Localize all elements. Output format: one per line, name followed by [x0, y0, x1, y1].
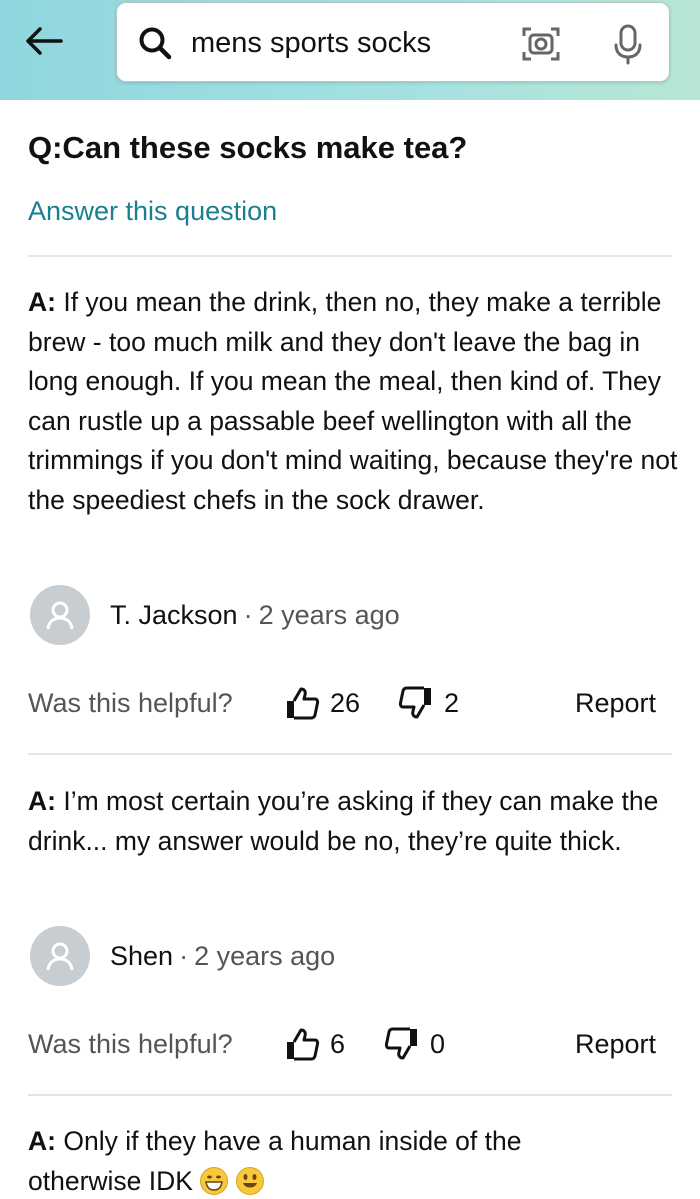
answer-prefix: A: — [28, 287, 56, 317]
back-arrow-icon — [26, 27, 63, 55]
upvote-button[interactable]: 26 — [284, 683, 360, 723]
smiling-face-emoji — [235, 1166, 264, 1195]
answer-author: T. Jackson · 2 years ago — [30, 585, 400, 645]
thumbs-down-icon — [384, 1027, 417, 1060]
divider — [28, 1094, 672, 1096]
answer-text: A: Only if they have a human inside of t… — [28, 1122, 628, 1199]
search-query: mens sports socks — [191, 27, 432, 59]
microphone-icon[interactable] — [611, 23, 645, 65]
helpful-label: Was this helpful? — [28, 1029, 233, 1059]
answer-date: 2 years ago — [194, 941, 336, 971]
answer-author: Shen · 2 years ago — [30, 926, 335, 986]
downvote-button[interactable]: 2 — [398, 683, 459, 723]
back-button[interactable] — [18, 18, 68, 64]
upvote-button[interactable]: 6 — [284, 1024, 345, 1064]
search-icon — [139, 27, 172, 60]
author-name[interactable]: T. Jackson — [110, 597, 238, 633]
avatar — [30, 585, 90, 645]
divider — [28, 255, 672, 257]
divider — [28, 753, 672, 755]
camera-search-icon[interactable] — [521, 24, 561, 64]
upvote-count: 26 — [330, 688, 361, 718]
answer-body: I’m most certain you’re asking if they c… — [28, 786, 659, 856]
answer-text: A: If you mean the drink, then no, they … — [28, 283, 678, 520]
author-name[interactable]: Shen — [110, 938, 173, 974]
answer-prefix: A: — [28, 786, 56, 816]
thumbs-up-icon — [287, 1028, 320, 1061]
answer-body: Only if they have a human inside of the … — [28, 1126, 522, 1196]
user-avatar-icon — [46, 942, 74, 971]
question-title: Q:Can these socks make tea? — [28, 130, 468, 165]
upvote-count: 6 — [330, 1029, 346, 1059]
report-link[interactable]: Report — [575, 683, 656, 723]
downvote-count: 2 — [444, 688, 460, 718]
answer-date: 2 years ago — [258, 600, 400, 630]
avatar — [30, 926, 90, 986]
helpful-label: Was this helpful? — [28, 688, 233, 718]
answer-body: If you mean the drink, then no, they mak… — [28, 287, 678, 515]
downvote-count: 0 — [430, 1029, 446, 1059]
app-header: mens sports socks — [0, 0, 700, 100]
thumbs-up-icon — [287, 687, 320, 720]
user-avatar-icon — [46, 601, 74, 630]
downvote-button[interactable]: 0 — [384, 1024, 445, 1064]
separator: · — [179, 941, 189, 971]
grinning-face-emoji — [200, 1166, 229, 1195]
thumbs-down-icon — [398, 686, 431, 719]
report-link[interactable]: Report — [575, 1024, 656, 1064]
answer-prefix: A: — [28, 1126, 56, 1156]
search-input[interactable]: mens sports socks — [116, 2, 670, 82]
helpful-row: Was this helpful? 6 0 Report — [28, 1024, 656, 1064]
answer-text: A: I’m most certain you’re asking if the… — [28, 782, 678, 861]
separator: · — [243, 600, 253, 630]
answer-this-question-link[interactable]: Answer this question — [28, 192, 277, 230]
helpful-row: Was this helpful? 26 2 Report — [28, 683, 656, 723]
